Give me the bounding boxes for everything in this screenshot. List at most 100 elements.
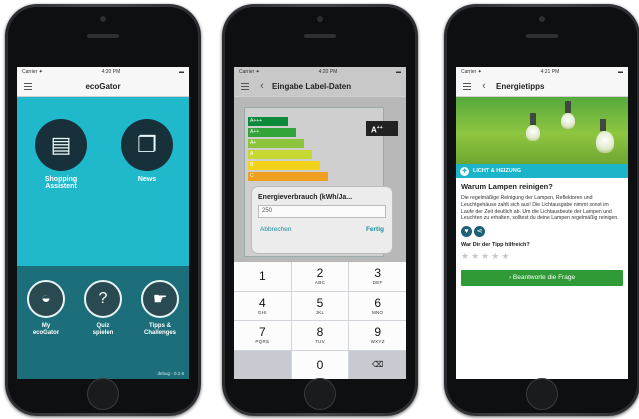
navbar: ecoGator [17, 77, 189, 97]
status-bar: Carrier ✦ 4:20 PM ▬ [17, 67, 189, 77]
answer-question-button[interactable]: › Beantworte die Frage [461, 270, 623, 286]
cancel-button[interactable]: Abbrechen [260, 226, 291, 233]
tip-article: Warum Lampen reinigen? Die regelmäßige R… [456, 178, 628, 222]
clock: 4:20 PM [318, 69, 338, 75]
screen-energy-tips: Carrier ✦ 4:21 PM ▬ ‹ Energietipps ✦ LIC… [456, 67, 628, 379]
tip-body: Die regelmäßige Reinigung der Lampen, Re… [461, 195, 619, 222]
debug-version: debug - 0.2.9 [157, 371, 184, 376]
lightbulb-photo [456, 97, 628, 164]
gator-icon: ◒ [27, 280, 65, 318]
category-label: LICHT & HEIZUNG [473, 168, 521, 174]
star-icon[interactable]: ★ [471, 251, 479, 262]
camera-icon [317, 16, 323, 22]
tips-icon: ☛ [141, 280, 179, 318]
tip-heading: Warum Lampen reinigen? [461, 182, 553, 191]
screen-label-input: Carrier ✦ 4:20 PM ▬ ‹ Eingabe Label-Date… [234, 67, 406, 379]
tile-label: News [137, 176, 157, 183]
key-1[interactable]: 1 [234, 262, 291, 291]
clock: 4:21 PM [540, 69, 560, 75]
home-button[interactable] [526, 378, 558, 410]
key-2[interactable]: 2 ABC [291, 262, 349, 291]
home-button[interactable] [304, 378, 336, 410]
shortcut-my-ecogator[interactable]: ◒ My ecoGator [19, 280, 73, 337]
shortcut-quiz[interactable]: ? Quiz spielen [76, 280, 130, 337]
tile-news[interactable]: ❐ News [117, 119, 177, 183]
carrier-label: Carrier ✦ [22, 69, 43, 75]
key-7[interactable]: 7 PQRS [234, 321, 291, 350]
done-button[interactable]: Fertig [366, 226, 384, 233]
input-dialog: Energieverbrauch (kWh/Ja... 250 Abbreche… [252, 187, 392, 253]
speaker-grille [87, 34, 119, 38]
key-4[interactable]: 4 GHI [234, 291, 291, 320]
screen-home: Carrier ✦ 4:20 PM ▬ ecoGator ▤ Shopping A… [17, 67, 189, 379]
numeric-keypad: 1 2 ABC 3 DEF 4 GHI 5 JKL 6 MNO 7 PQRS 8 TUV 9W… [234, 262, 406, 379]
class-bar: A+ [248, 139, 304, 148]
phone-home: Carrier ✦ 4:20 PM ▬ ecoGator ▤ Shopping A… [5, 4, 201, 416]
helpful-question: War Dir der Tipp hilfreich? [461, 242, 530, 248]
tile-shopping-assistant[interactable]: ▤ Shopping Assistent [31, 119, 91, 191]
page-title: ecoGator [85, 82, 121, 91]
back-icon[interactable]: ‹ [478, 81, 490, 92]
class-bar: A [248, 150, 312, 159]
camera-icon [539, 16, 545, 22]
battery-icon: ▬ [178, 69, 184, 75]
battery-icon: ▬ [617, 69, 623, 75]
key-3[interactable]: 3 DEF [349, 262, 406, 291]
quiz-icon: ? [84, 280, 122, 318]
battery-icon: ▬ [395, 69, 401, 75]
tile-label: Shopping Assistent [44, 176, 78, 191]
share-icon[interactable]: ⋖ [474, 226, 485, 237]
social-actions: ♥ ⋖ [461, 226, 623, 237]
scene: Carrier ✦ 4:20 PM ▬ ecoGator ▤ Shopping A… [0, 0, 639, 419]
status-bar: Carrier ✦ 4:21 PM ▬ [456, 67, 628, 77]
back-icon[interactable]: ‹ [256, 81, 268, 92]
key-5[interactable]: 5 JKL [291, 291, 349, 320]
key-6[interactable]: 6 MNO [349, 291, 406, 320]
camera-icon [100, 16, 106, 22]
consumption-input[interactable]: 250 [258, 205, 386, 218]
dialog-buttons: Abbrechen Fertig [252, 218, 392, 233]
page-title: Eingabe Label-Daten [272, 82, 352, 91]
dialog-title: Energieverbrauch (kWh/Ja... [258, 194, 353, 201]
backspace-key[interactable]: ⌫ [349, 350, 406, 379]
class-bar: A++ [248, 128, 296, 137]
clock: 4:20 PM [101, 69, 121, 75]
class-bar: C [248, 172, 328, 181]
key-blank [234, 350, 291, 379]
shortcut-area: ◒ My ecoGator ? Quiz spielen ☛ Tipps & Chal… [17, 266, 189, 379]
home-button[interactable] [87, 378, 119, 410]
category-bar: ✦ LICHT & HEIZUNG [456, 164, 628, 178]
star-icon[interactable]: ★ [481, 251, 489, 262]
bulb-icon [561, 101, 575, 129]
speaker-grille [304, 34, 336, 38]
energy-label-background: A+++ A++ A+ A B C A++ Energieverbrauch (… [234, 97, 406, 262]
carrier-label: Carrier ✦ [461, 69, 482, 75]
shopping-assistant-icon: ▤ [35, 119, 87, 171]
backspace-icon: ⌫ [372, 359, 384, 369]
shortcut-tips[interactable]: ☛ Tipps & Challenges [133, 280, 187, 337]
bulb-icon [596, 119, 614, 153]
class-bar: B [248, 161, 320, 170]
lightbulb-icon: ✦ [460, 166, 469, 176]
status-bar: Carrier ✦ 4:20 PM ▬ [234, 67, 406, 77]
key-0[interactable]: 0 [291, 350, 349, 379]
bulb-icon [526, 113, 540, 141]
key-8[interactable]: 8 TUV [291, 321, 349, 350]
star-icon[interactable]: ★ [491, 251, 499, 262]
menu-icon[interactable] [234, 82, 256, 91]
page-title: Energietipps [496, 82, 545, 91]
phone-energy-tips: Carrier ✦ 4:21 PM ▬ ‹ Energietipps ✦ LIC… [444, 4, 639, 416]
star-rating: ★ ★ ★ ★ ★ [456, 251, 628, 262]
main-tiles: ▤ Shopping Assistent ❐ News [17, 97, 189, 266]
star-icon[interactable]: ★ [461, 251, 469, 262]
rating-arrow: A++ [366, 121, 398, 136]
navbar: ‹ Eingabe Label-Daten [234, 77, 406, 97]
like-icon[interactable]: ♥ [461, 226, 472, 237]
carrier-label: Carrier ✦ [239, 69, 260, 75]
menu-icon[interactable] [456, 82, 478, 91]
speaker-grille [526, 34, 558, 38]
navbar: ‹ Energietipps [456, 77, 628, 97]
key-9[interactable]: 9 WXYZ [349, 321, 406, 350]
star-icon[interactable]: ★ [501, 251, 509, 262]
phone-label-input: Carrier ✦ 4:20 PM ▬ ‹ Eingabe Label-Date… [222, 4, 418, 416]
